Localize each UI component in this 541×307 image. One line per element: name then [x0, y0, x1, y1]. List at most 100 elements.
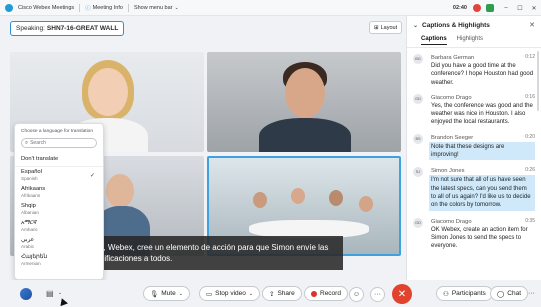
divider	[127, 3, 129, 12]
title-bar: Cisco Webex Meetings ⓘ Meeting Info Show…	[0, 0, 541, 16]
minimize-button[interactable]: –	[499, 5, 513, 11]
chat-button[interactable]: ◯ Chat	[490, 286, 529, 301]
more-options-button[interactable]: ···	[370, 287, 385, 302]
language-option-armenian[interactable]: Հայերեն Armenian	[15, 252, 103, 269]
more-icon: ···	[528, 290, 535, 297]
language-name: Shqip	[21, 203, 36, 209]
caption-timestamp: 0:26	[525, 167, 535, 174]
language-option-spanish[interactable]: Español Spanish ✓	[15, 167, 103, 184]
record-icon	[311, 290, 317, 297]
participant-body	[259, 118, 351, 152]
language-option-albanian[interactable]: Shqip Albanian	[15, 201, 103, 218]
maximize-button[interactable]: ☐	[513, 5, 527, 12]
caption-text: I'm not sure that all of us have seen th…	[429, 175, 535, 211]
avatar: BG	[413, 54, 423, 64]
closed-captions-icon[interactable]: ▤	[46, 289, 54, 298]
chevron-down-icon[interactable]: ⌄	[174, 5, 178, 11]
language-name: Español	[21, 169, 42, 175]
record-button[interactable]: Record	[304, 286, 348, 301]
language-english-name: Afrikaans	[21, 193, 41, 198]
tab-highlights[interactable]: Highlights	[457, 36, 483, 45]
chevron-down-icon[interactable]: ⌄	[179, 291, 183, 297]
caption-text: Note that these designs are improving!	[429, 141, 535, 161]
language-english-name: Amharic	[21, 227, 38, 232]
smiley-icon: ☺	[352, 291, 361, 298]
participant-face	[359, 196, 373, 212]
mute-label: Mute	[161, 290, 176, 297]
participants-button[interactable]: ⚇ Participants	[436, 286, 493, 301]
checkmark-icon: ✓	[89, 173, 95, 179]
captions-highlights-panel: ⌄ Captions & Highlights ✕ Captions Highl…	[406, 16, 541, 280]
chat-bubble-icon: ◯	[497, 290, 505, 298]
language-name: Afrikaans	[21, 186, 46, 192]
mute-button[interactable]: 🎙 Mute ⌄	[143, 286, 190, 301]
language-english-name: Albanian	[21, 210, 39, 215]
language-search-input[interactable]: ⌕ Search	[21, 138, 97, 148]
stop-video-button[interactable]: ▭ Stop video ⌄	[199, 286, 261, 301]
caption-timestamp: 0:20	[525, 133, 535, 140]
participant-face	[285, 68, 325, 118]
language-name: Հայերեն	[21, 254, 48, 260]
dont-translate-option[interactable]: Don't translate	[15, 152, 103, 167]
tab-captions[interactable]: Captions	[421, 36, 447, 45]
avatar: BS	[413, 133, 423, 144]
language-english-name: Spanish	[21, 176, 38, 181]
more-icon: ···	[374, 291, 381, 298]
language-name: አማርኛ	[21, 220, 37, 226]
more-panels-button[interactable]: ···	[525, 287, 538, 300]
person-icon: ⚇	[443, 290, 449, 298]
self-avatar[interactable]	[20, 288, 32, 300]
caption-text: Yes, the conference was good and the wea…	[431, 102, 533, 126]
divider	[79, 3, 81, 12]
speaker-name: SHN7-16-GREAT WALL	[46, 25, 119, 32]
meeting-timer: 02:40	[452, 5, 467, 11]
caption-timestamp: 0:35	[525, 217, 535, 224]
close-window-button[interactable]: ✕	[527, 5, 541, 12]
show-menu-bar-button[interactable]: Show menu bar	[134, 5, 173, 11]
caption-entry: GD Giacomo Drago 0:16 Yes, the conferenc…	[407, 93, 541, 127]
collapse-chevron-icon[interactable]: ⌄	[413, 22, 418, 29]
share-screen-icon: ⇪	[269, 290, 275, 298]
caption-entry-highlighted: SJ Simon Jones 0:26 I'm not sure that al…	[407, 167, 541, 211]
speaker-name: Giacomo Drago	[431, 218, 472, 225]
share-button[interactable]: ⇪ Share	[262, 286, 302, 301]
leave-meeting-button[interactable]: ✕	[392, 284, 412, 304]
caption-timestamp: 0:16	[525, 93, 535, 100]
active-speaker-label: Speaking: SHN7-16-GREAT WALL	[10, 21, 125, 36]
reactions-button[interactable]: ☺	[349, 287, 364, 302]
language-option-amharic[interactable]: አማርኛ Amharic	[15, 218, 103, 235]
language-option-arabic[interactable]: عربي Arabic	[15, 235, 103, 252]
language-menu-title: Choose a language for translation	[21, 129, 94, 134]
participant-face	[291, 188, 305, 204]
language-english-name: Arabic	[21, 244, 35, 249]
meeting-info-icon[interactable]: ⓘ	[85, 4, 91, 12]
speaker-name: Giacomo Drago	[431, 94, 472, 101]
avatar: GD	[413, 217, 423, 228]
video-tile-participant-2[interactable]	[207, 52, 401, 152]
caption-entry: BG Barbara German 0:12 Did you have a go…	[407, 54, 541, 87]
stop-video-label: Stop video	[215, 290, 246, 297]
panel-tabs: Captions Highlights	[407, 34, 541, 48]
language-option-afrikaans[interactable]: Afrikaans Afrikaans	[15, 184, 103, 201]
share-label: Share	[277, 290, 295, 297]
live-caption-overlay: uerdo, Webex, cree un elemento de acción…	[73, 236, 343, 270]
microphone-icon: 🎙	[150, 290, 159, 298]
participant-face	[253, 192, 267, 208]
close-panel-button[interactable]: ✕	[529, 21, 535, 29]
speaker-name: Brandon Seeger	[431, 134, 474, 141]
caption-entry-highlighted: BS Brandon Seeger 0:20 Note that these d…	[407, 133, 541, 161]
layout-button[interactable]: ⊞ Layout	[369, 21, 403, 34]
chevron-down-icon[interactable]: ⌄	[58, 290, 62, 296]
meeting-info-link[interactable]: Meeting Info	[93, 5, 123, 11]
caption-text: OK Webex, create an action item for Simo…	[431, 226, 528, 250]
close-icon: ✕	[397, 288, 407, 300]
panel-title: Captions & Highlights	[422, 21, 490, 29]
search-icon: ⌕	[25, 139, 29, 146]
speaker-name: Simon Jones	[431, 168, 465, 175]
language-english-name: Armenian	[21, 261, 41, 266]
chat-label: Chat	[507, 290, 522, 297]
language-name: عربي	[21, 237, 35, 243]
participants-label: Participants	[451, 290, 486, 297]
chevron-down-icon[interactable]: ⌄	[249, 291, 253, 297]
caption-text: Did you have a good time at the conferen…	[431, 63, 534, 86]
